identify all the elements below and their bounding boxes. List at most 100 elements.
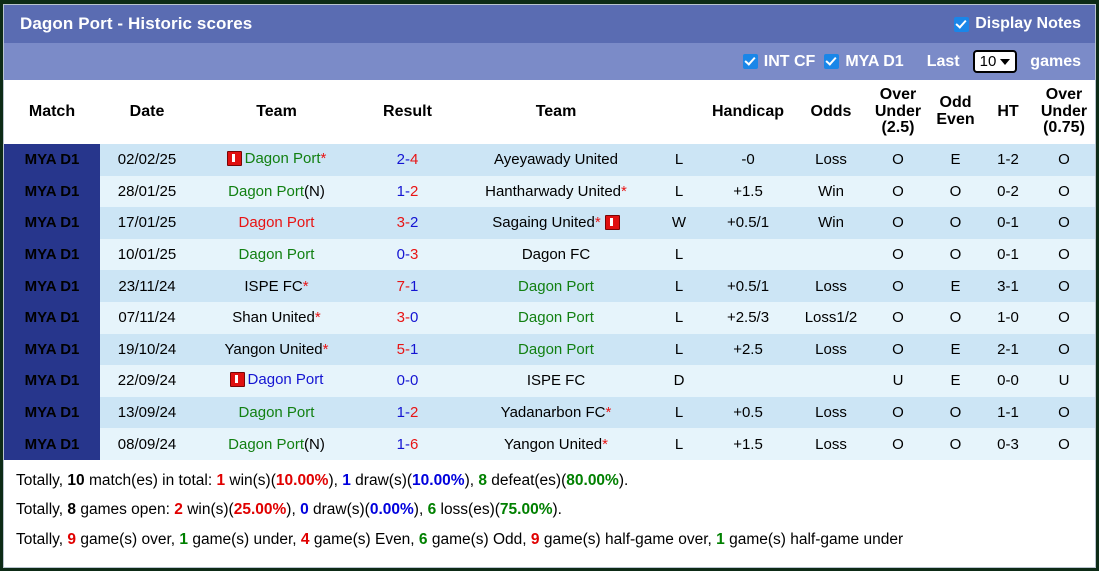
cell-result[interactable]: 7-1	[359, 270, 456, 302]
cell-result[interactable]: 1-2	[359, 396, 456, 429]
home-team[interactable]: Dagon Port	[229, 371, 323, 388]
cell-result[interactable]: 1-2	[359, 175, 456, 208]
filter-options-bar: INT CF MYA D1 Last 10 games	[4, 43, 1095, 80]
cell-home-team[interactable]: Yangon United *	[194, 333, 359, 366]
display-notes-toggle[interactable]: Display Notes	[954, 15, 1081, 33]
cell-league: MYA D1	[4, 333, 100, 366]
cell-result[interactable]: 3-2	[359, 207, 456, 239]
table-row[interactable]: MYA D1 07/11/24 Shan United * 3-0 Dagon Port L…	[4, 301, 1095, 334]
home-team[interactable]: ISPE FC *	[244, 278, 308, 295]
away-team[interactable]: Ayeyawady United	[494, 151, 618, 168]
summary-value: 1	[179, 530, 189, 548]
table-row[interactable]: MYA D1 02/02/25 Dagon Port * 2-4 Ayeyawady Un…	[4, 144, 1095, 176]
cell-result[interactable]: 0-0	[359, 365, 456, 397]
away-team[interactable]: Dagon Port	[518, 309, 594, 326]
cell-date: 17/01/25	[100, 207, 194, 239]
summary-text: loss(es)(	[436, 501, 500, 519]
col-header-over-under-075[interactable]: Over Under (0.75)	[1033, 80, 1095, 144]
cell-odd-even: O	[928, 238, 983, 271]
cell-result[interactable]: 3-0	[359, 301, 456, 334]
away-team[interactable]: ISPE FC	[527, 372, 585, 389]
cell-home-team[interactable]: Shan United *	[194, 301, 359, 334]
table-row[interactable]: MYA D1 28/01/25 Dagon Port (N) 1-2 Hantharwad…	[4, 175, 1095, 208]
cell-away-team[interactable]: Yangon United *	[456, 428, 656, 460]
cell-home-team[interactable]: Dagon Port *	[194, 144, 359, 176]
summary-value: 10.00%	[275, 471, 329, 489]
summary-value: 80.00%	[566, 471, 619, 489]
home-team[interactable]: Dagon Port	[239, 404, 315, 421]
cell-away-team[interactable]: Yadanarbon FC *	[456, 396, 656, 429]
summary-text: game(s) under,	[188, 530, 301, 548]
col-header-handicap[interactable]: Handicap	[702, 80, 794, 144]
table-row[interactable]: MYA D1 08/09/24 Dagon Port (N) 1-6 Yangon Uni…	[4, 428, 1095, 460]
cell-date: 19/10/24	[100, 333, 194, 366]
away-team[interactable]: Dagon Port	[518, 278, 594, 295]
cell-result[interactable]: 0-3	[359, 238, 456, 271]
away-team[interactable]: Yangon United *	[504, 436, 608, 453]
col-header-odds[interactable]: Odds	[794, 80, 868, 144]
cell-over-under-075: U	[1033, 365, 1095, 397]
away-team[interactable]: Yadanarbon FC *	[501, 404, 612, 421]
away-team[interactable]: Dagon Port	[518, 341, 594, 358]
home-team[interactable]: Dagon Port (N)	[228, 436, 325, 453]
table-row[interactable]: MYA D1 13/09/24 Dagon Port 1-2 Yadanarbon FC…	[4, 396, 1095, 429]
cell-away-team[interactable]: Ayeyawady United	[456, 144, 656, 176]
cell-home-team[interactable]: Dagon Port (N)	[194, 428, 359, 460]
cell-away-team[interactable]: Sagaing United *	[456, 207, 656, 239]
cell-odds	[794, 238, 868, 271]
table-row[interactable]: MYA D1 23/11/24 ISPE FC * 7-1 Dagon Port L +0.5…	[4, 270, 1095, 302]
ou075-line1: Over	[1045, 85, 1083, 103]
match-note-icon[interactable]	[229, 371, 245, 387]
cell-away-team[interactable]: Dagon Port	[456, 301, 656, 334]
mya-d1-checkbox[interactable]	[824, 54, 840, 69]
cell-result[interactable]: 5-1	[359, 333, 456, 366]
col-header-over-under-25[interactable]: Over Under (2.5)	[868, 80, 928, 144]
cell-away-team[interactable]: Dagon Port	[456, 333, 656, 366]
col-header-team-home[interactable]: Team	[194, 80, 359, 144]
cell-away-team[interactable]: Hantharwady United *	[456, 175, 656, 208]
int-cf-checkbox[interactable]	[742, 54, 758, 69]
away-team[interactable]: Hantharwady United *	[485, 183, 627, 200]
table-row[interactable]: MYA D1 10/01/25 Dagon Port 0-3 Dagon FC L O O 0-…	[4, 238, 1095, 271]
filter-int-cf[interactable]: INT CF	[742, 53, 815, 71]
last-games-select[interactable]: 10	[972, 50, 1018, 73]
col-header-match[interactable]: Match	[4, 80, 100, 144]
table-row[interactable]: MYA D1 22/09/24 Dagon Port 0-0 ISPE FC D U E 0-0…	[4, 365, 1095, 397]
col-header-odd-even[interactable]: Odd Even	[928, 80, 983, 144]
home-team[interactable]: Yangon United *	[225, 341, 329, 358]
table-row[interactable]: MYA D1 17/01/25 Dagon Port 3-2 Sagaing Unite…	[4, 207, 1095, 239]
cell-odds: Loss	[794, 270, 868, 302]
home-team-name: Dagon Port	[238, 246, 315, 264]
cell-result[interactable]: 2-4	[359, 144, 456, 176]
match-note-icon[interactable]	[226, 150, 242, 166]
table-row[interactable]: MYA D1 19/10/24 Yangon United * 5-1 Dagon Por…	[4, 333, 1095, 366]
cell-home-team[interactable]: Dagon Port	[194, 238, 359, 271]
cell-home-team[interactable]: Dagon Port	[194, 207, 359, 239]
col-header-date[interactable]: Date	[100, 80, 194, 144]
cell-away-team[interactable]: Dagon FC	[456, 238, 656, 271]
col-header-result[interactable]: Result	[359, 80, 456, 144]
home-team[interactable]: Shan United *	[232, 309, 320, 326]
col-header-team-away[interactable]: Team	[456, 80, 656, 144]
cell-away-team[interactable]: Dagon Port	[456, 270, 656, 302]
cell-home-team[interactable]: ISPE FC *	[194, 270, 359, 302]
cell-home-team[interactable]: Dagon Port	[194, 365, 359, 397]
col-header-ht[interactable]: HT	[983, 80, 1033, 144]
away-team[interactable]: Dagon FC	[522, 246, 590, 263]
cell-away-team[interactable]: ISPE FC	[456, 365, 656, 397]
match-note-icon[interactable]	[604, 215, 620, 231]
filter-mya-d1[interactable]: MYA D1	[824, 53, 904, 71]
cell-home-team[interactable]: Dagon Port	[194, 396, 359, 429]
cell-handicap: +0.5	[702, 396, 794, 429]
cell-date: 28/01/25	[100, 175, 194, 208]
home-team[interactable]: Dagon Port	[239, 214, 315, 231]
home-team[interactable]: Dagon Port *	[226, 150, 326, 167]
home-team[interactable]: Dagon Port	[239, 246, 315, 263]
away-team[interactable]: Sagaing United *	[492, 214, 620, 231]
home-team[interactable]: Dagon Port (N)	[228, 183, 325, 200]
score-away: 1	[410, 277, 419, 295]
cell-home-team[interactable]: Dagon Port (N)	[194, 175, 359, 208]
display-notes-checkbox[interactable]	[954, 16, 970, 32]
summary-value: 10	[67, 471, 85, 489]
cell-result[interactable]: 1-6	[359, 428, 456, 460]
